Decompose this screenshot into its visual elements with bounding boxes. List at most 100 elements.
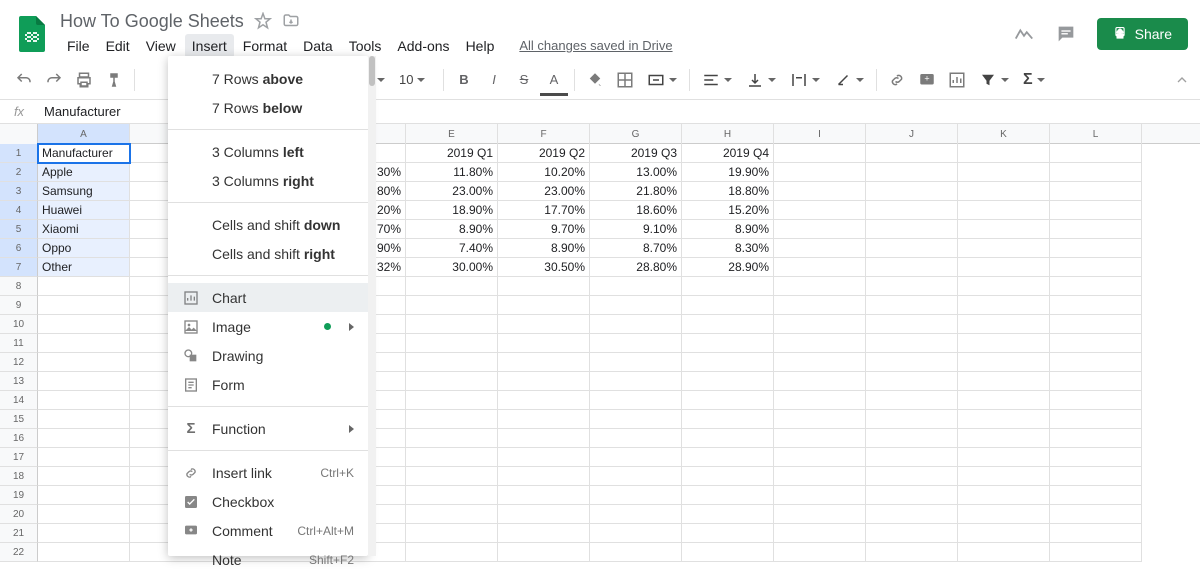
bold-button[interactable]: B [450,66,478,94]
save-status[interactable]: All changes saved in Drive [519,38,672,53]
activity-icon[interactable] [1013,23,1035,45]
cell[interactable]: 19.90% [682,163,774,182]
row-header[interactable]: 10 [0,315,38,334]
row-header[interactable]: 20 [0,505,38,524]
column-header[interactable]: A [38,124,130,144]
select-all-corner[interactable] [0,124,38,144]
column-header[interactable]: J [866,124,958,144]
cell[interactable] [1050,277,1142,296]
insert-cells-down[interactable]: Cells and shift down [168,210,368,239]
cell[interactable] [682,467,774,486]
cell[interactable] [682,296,774,315]
insert-comment-button[interactable]: + [913,66,941,94]
cell[interactable] [774,239,866,258]
cell[interactable] [498,543,590,562]
cell[interactable] [38,372,130,391]
cell[interactable] [590,429,682,448]
cell[interactable] [1050,372,1142,391]
cell[interactable] [958,277,1050,296]
cell[interactable] [498,486,590,505]
cell[interactable]: Oppo [38,239,130,258]
column-header[interactable]: E [406,124,498,144]
cell[interactable] [38,448,130,467]
cell[interactable] [866,467,958,486]
row-header[interactable]: 12 [0,353,38,372]
rotate-button[interactable] [828,67,870,93]
cell[interactable] [866,429,958,448]
column-header[interactable]: K [958,124,1050,144]
cell[interactable] [958,296,1050,315]
cell[interactable] [1050,258,1142,277]
cell[interactable]: 15.20% [682,201,774,220]
row-header[interactable]: 13 [0,372,38,391]
cell[interactable] [682,486,774,505]
cell[interactable] [774,258,866,277]
row-header[interactable]: 22 [0,543,38,562]
cell[interactable] [774,182,866,201]
cell[interactable] [38,277,130,296]
insert-rows-above[interactable]: 7 Rows above [168,64,368,93]
cell[interactable] [774,448,866,467]
menu-tools[interactable]: Tools [342,34,389,58]
formula-value[interactable]: Manufacturer [38,104,121,119]
cell[interactable] [498,429,590,448]
insert-image[interactable]: Image [168,312,368,341]
cell[interactable] [682,505,774,524]
menu-edit[interactable]: Edit [99,34,137,58]
cell[interactable] [866,201,958,220]
cell[interactable] [958,505,1050,524]
cell[interactable] [774,353,866,372]
cell[interactable] [866,448,958,467]
cell[interactable] [866,486,958,505]
insert-rows-below[interactable]: 7 Rows below [168,93,368,122]
cell[interactable] [1050,486,1142,505]
menu-view[interactable]: View [139,34,183,58]
cell[interactable] [1050,163,1142,182]
cell[interactable]: Apple [38,163,130,182]
cell[interactable] [682,353,774,372]
cell[interactable] [1050,353,1142,372]
cell[interactable]: 9.70% [498,220,590,239]
insert-comment[interactable]: CommentCtrl+Alt+M [168,516,368,545]
cell[interactable] [866,182,958,201]
cell[interactable] [406,334,498,353]
cell[interactable] [1050,296,1142,315]
menu-addons[interactable]: Add-ons [390,34,456,58]
insert-function[interactable]: ΣFunction [168,414,368,443]
cell[interactable]: 18.80% [682,182,774,201]
cell[interactable] [774,144,866,163]
row-header[interactable]: 17 [0,448,38,467]
h-align-button[interactable] [696,67,738,93]
cell[interactable] [498,448,590,467]
italic-button[interactable]: I [480,66,508,94]
row-header[interactable]: 7 [0,258,38,277]
cell[interactable] [774,524,866,543]
menu-help[interactable]: Help [459,34,502,58]
cell[interactable] [1050,467,1142,486]
cell[interactable] [38,429,130,448]
strikethrough-button[interactable]: S [510,66,538,94]
cell[interactable] [590,372,682,391]
cell[interactable] [406,410,498,429]
cell[interactable] [774,334,866,353]
cell[interactable]: 23.00% [498,182,590,201]
borders-button[interactable] [611,66,639,94]
cell[interactable] [958,258,1050,277]
cell[interactable] [38,505,130,524]
document-title[interactable]: How To Google Sheets [60,11,244,32]
menu-insert[interactable]: Insert [185,34,234,58]
cell[interactable] [958,144,1050,163]
cell[interactable] [774,429,866,448]
cell[interactable] [406,296,498,315]
cell[interactable] [1050,220,1142,239]
cell[interactable] [590,524,682,543]
v-align-button[interactable] [740,67,782,93]
cell[interactable] [406,391,498,410]
cell[interactable] [1050,429,1142,448]
cell[interactable] [590,296,682,315]
cell[interactable] [774,277,866,296]
paint-format-button[interactable] [100,66,128,94]
cell[interactable] [866,334,958,353]
cell[interactable] [866,239,958,258]
cell[interactable] [774,163,866,182]
